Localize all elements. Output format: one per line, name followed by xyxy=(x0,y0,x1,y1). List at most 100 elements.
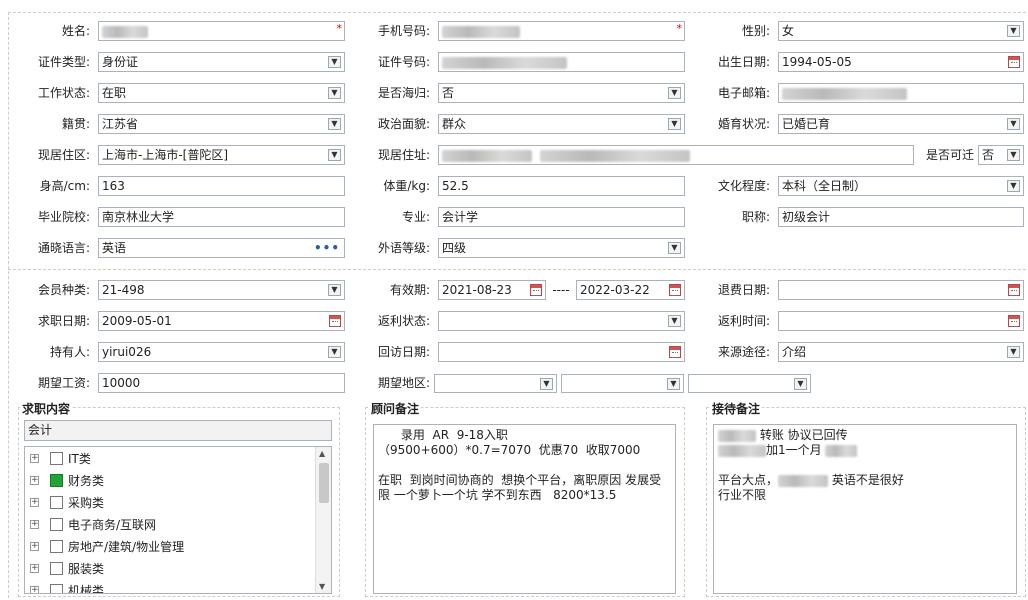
chevron-down-icon[interactable]: ▼ xyxy=(794,378,807,390)
calendar-icon[interactable] xyxy=(669,284,681,296)
checkbox[interactable] xyxy=(50,518,63,531)
title-field[interactable]: 初级会计 xyxy=(778,207,1024,227)
advisor-notes-textarea[interactable]: 录用 AR 9-18入职 （9500+600）*0.7=7070 优惠70 收取… xyxy=(373,424,676,594)
calendar-icon[interactable] xyxy=(329,315,341,327)
calendar-icon[interactable] xyxy=(669,346,681,358)
area-city-select[interactable]: ▼ xyxy=(561,374,684,393)
relocate-select[interactable]: 否 ▼ xyxy=(978,145,1024,165)
level-select[interactable]: 四级 ▼ xyxy=(438,238,685,258)
expand-icon[interactable]: + xyxy=(30,564,39,573)
marital-label: 婚育状况: xyxy=(717,117,770,131)
chevron-down-icon[interactable]: ▼ xyxy=(328,149,341,161)
chevron-down-icon[interactable]: ▼ xyxy=(1007,25,1020,37)
native-label: 籍贯: xyxy=(61,117,90,131)
chevron-down-icon[interactable]: ▼ xyxy=(668,87,681,99)
checkbox[interactable] xyxy=(50,540,63,553)
lang-field[interactable]: 英语 ••• xyxy=(98,238,345,258)
holder-select[interactable]: yirui026 ▼ xyxy=(98,342,345,362)
scrollbar-thumb[interactable] xyxy=(319,463,329,503)
overseas-select[interactable]: 否 ▼ xyxy=(438,83,685,103)
chevron-down-icon[interactable]: ▼ xyxy=(667,378,680,390)
name-field[interactable]: * xyxy=(98,21,345,41)
checkbox[interactable] xyxy=(50,496,63,509)
address-field[interactable] xyxy=(438,145,914,165)
job-date-field[interactable]: 2009-05-01 xyxy=(98,311,345,331)
valid-from-field[interactable]: 2021-08-23 xyxy=(438,280,546,300)
chevron-down-icon[interactable]: ▼ xyxy=(328,284,341,296)
chevron-down-icon[interactable]: ▼ xyxy=(328,346,341,358)
job-category-tree[interactable]: + IT类 + 财务类 + 采购类 + 电子商务/互联网 + 房地产/建筑/物业管理 + 服… xyxy=(24,446,332,594)
reception-notes-textarea[interactable]: 转账 协议已回传 加1一个月 平台大点， 英语不是很好 行业不限 xyxy=(713,424,1017,594)
phone-field[interactable]: * xyxy=(438,21,685,41)
refund-label: 退费日期: xyxy=(717,283,770,297)
source-select[interactable]: 介绍 ▼ xyxy=(778,342,1024,362)
chevron-down-icon[interactable]: ▼ xyxy=(328,118,341,130)
chevron-down-icon[interactable]: ▼ xyxy=(668,242,681,254)
gender-select[interactable]: 女 ▼ xyxy=(778,21,1024,41)
expand-icon[interactable]: + xyxy=(30,476,39,485)
political-select[interactable]: 群众 ▼ xyxy=(438,114,685,134)
rebate-status-select[interactable]: ▼ xyxy=(438,311,685,331)
expand-icon[interactable]: + xyxy=(30,454,39,463)
height-field[interactable]: 163 xyxy=(98,176,345,196)
chevron-down-icon[interactable]: ▼ xyxy=(1007,180,1020,192)
calendar-icon[interactable] xyxy=(530,284,542,296)
salary-field[interactable]: 10000 xyxy=(98,373,345,393)
area-district-select[interactable]: ▼ xyxy=(688,374,811,393)
chevron-down-icon[interactable]: ▼ xyxy=(540,378,553,390)
chevron-down-icon[interactable]: ▼ xyxy=(668,118,681,130)
calendar-icon[interactable] xyxy=(1008,315,1020,327)
idtype-select[interactable]: 身份证 ▼ xyxy=(98,52,345,72)
marital-select[interactable]: 已婚已育 ▼ xyxy=(778,114,1024,134)
area-province-select[interactable]: ▼ xyxy=(434,374,557,393)
expand-icon[interactable]: + xyxy=(30,520,39,529)
refund-date-field[interactable] xyxy=(778,280,1024,300)
edu-select[interactable]: 本科（全日制） ▼ xyxy=(778,176,1024,196)
checkbox[interactable] xyxy=(50,474,63,487)
height-label: 身高/cm: xyxy=(39,179,90,193)
valid-to-field[interactable]: 2022-03-22 xyxy=(576,280,685,300)
work-select[interactable]: 在职 ▼ xyxy=(98,83,345,103)
chevron-down-icon[interactable]: ▼ xyxy=(1007,118,1020,130)
visit-label: 回访日期: xyxy=(377,345,430,359)
checkbox[interactable] xyxy=(50,452,63,465)
birth-date-field[interactable]: 1994-05-05 xyxy=(778,52,1024,72)
job-content-selected[interactable]: 会计 xyxy=(24,420,332,441)
chevron-down-icon[interactable]: ▼ xyxy=(668,315,681,327)
native-select[interactable]: 江苏省 ▼ xyxy=(98,114,345,134)
more-icon[interactable]: ••• xyxy=(314,239,340,257)
chevron-down-icon[interactable]: ▼ xyxy=(1007,149,1020,161)
weight-field[interactable]: 52.5 xyxy=(438,176,685,196)
chevron-down-icon[interactable]: ▼ xyxy=(1007,346,1020,358)
scroll-up-icon[interactable]: ▲ xyxy=(319,449,325,458)
expand-icon[interactable]: + xyxy=(30,586,39,593)
redacted-value xyxy=(778,474,829,487)
region-select[interactable]: 上海市-上海市-[普陀区] ▼ xyxy=(98,145,345,165)
major-field[interactable]: 会计学 xyxy=(438,207,685,227)
school-field[interactable]: 南京林业大学 xyxy=(98,207,345,227)
checkbox[interactable] xyxy=(50,584,63,593)
school-label: 毕业院校: xyxy=(37,210,90,224)
rebate-time-field[interactable] xyxy=(778,311,1024,331)
member-type-label: 会员种类: xyxy=(37,283,90,297)
tree-item-label: 采购类 xyxy=(68,496,105,510)
visit-date-field[interactable] xyxy=(438,342,685,362)
calendar-icon[interactable] xyxy=(1008,56,1020,68)
job-date-label: 求职日期: xyxy=(37,314,90,328)
redacted-value xyxy=(442,25,520,38)
chevron-down-icon[interactable]: ▼ xyxy=(328,87,341,99)
chevron-down-icon[interactable]: ▼ xyxy=(328,56,341,68)
relocate-value: 否 xyxy=(982,148,995,162)
calendar-icon[interactable] xyxy=(1008,284,1020,296)
checkbox[interactable] xyxy=(50,562,63,575)
edu-label: 文化程度: xyxy=(717,179,770,193)
email-field[interactable] xyxy=(778,83,1024,103)
expand-icon[interactable]: + xyxy=(30,542,39,551)
tree-item-label: 财务类 xyxy=(68,474,105,488)
member-type-select[interactable]: 21-498 ▼ xyxy=(98,280,345,300)
scroll-down-icon[interactable]: ▼ xyxy=(319,582,325,591)
work-value: 在职 xyxy=(102,86,127,100)
idno-field[interactable] xyxy=(438,52,685,72)
scrollbar[interactable]: ▲ ▼ xyxy=(315,447,331,593)
expand-icon[interactable]: + xyxy=(30,498,39,507)
